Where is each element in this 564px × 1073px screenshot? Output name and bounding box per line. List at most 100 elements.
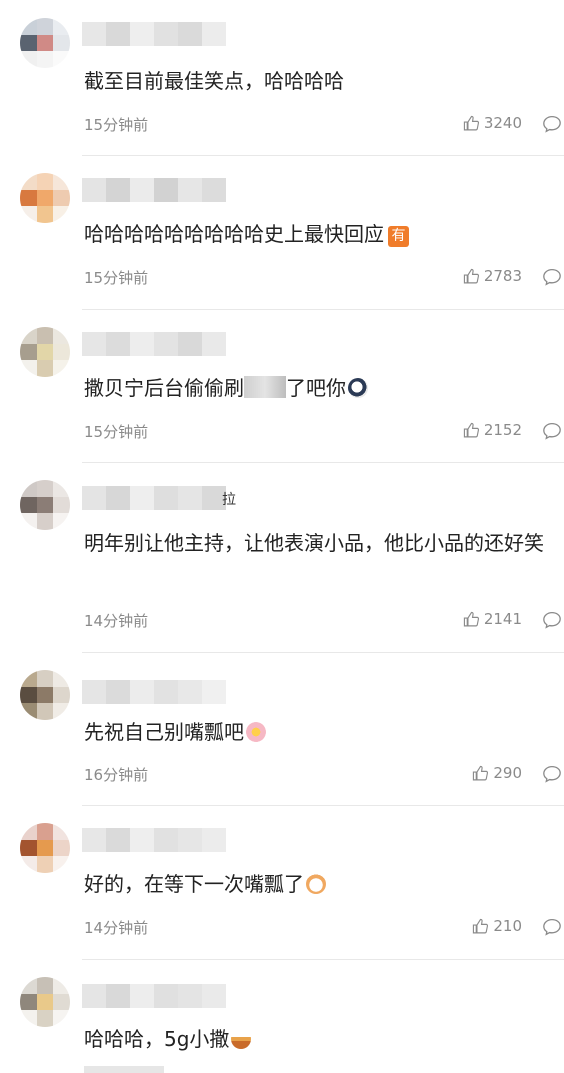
- comment-text: 撒贝宁后台偷偷刷 了吧你: [84, 373, 560, 404]
- username-pixel: [130, 984, 154, 1008]
- flower-emoji-icon: [246, 722, 266, 742]
- avatar-pixel: [36, 360, 54, 377]
- comment-time: 15分钟前: [84, 269, 149, 287]
- avatar-pixel: [36, 513, 54, 530]
- faded-meta: [84, 1066, 164, 1073]
- avatar-pixel: [20, 327, 37, 344]
- avatar[interactable]: [20, 327, 70, 377]
- avatar-pixel: [20, 856, 37, 873]
- comment-meta: 14分钟前 2141: [84, 608, 564, 632]
- like-button[interactable]: 2783: [463, 267, 522, 285]
- avatar-pixel: [53, 1010, 70, 1027]
- avatar-pixel: [20, 480, 37, 497]
- username-pixel: [130, 486, 154, 510]
- avatar[interactable]: [20, 173, 70, 223]
- blurred-username[interactable]: [82, 680, 226, 704]
- like-count: 2141: [483, 610, 522, 628]
- username-pixel: [178, 332, 202, 356]
- blurred-username[interactable]: [82, 178, 226, 202]
- avatar-pixel: [53, 496, 70, 514]
- avatar-pixel: [36, 480, 54, 497]
- username-pixel: [202, 332, 226, 356]
- username-pixel: [154, 22, 178, 46]
- avatar-pixel: [53, 206, 70, 223]
- avatar-pixel: [36, 173, 54, 190]
- username-pixel: [106, 486, 130, 510]
- avatar[interactable]: [20, 18, 70, 68]
- avatar-pixel: [20, 343, 37, 361]
- username-pixel: [178, 178, 202, 202]
- comment-bubble-icon[interactable]: [542, 765, 562, 783]
- username-pixel: [154, 332, 178, 356]
- username-pixel: [82, 828, 106, 852]
- username-pixel: [154, 984, 178, 1008]
- avatar-pixel: [20, 51, 37, 68]
- avatar-pixel: [36, 823, 54, 840]
- comment-text: 哈哈哈，5g小撒: [84, 1024, 560, 1055]
- like-button[interactable]: 3240: [463, 114, 522, 132]
- username-pixel: [82, 486, 106, 510]
- like-count: 290: [493, 764, 522, 782]
- comment-bubble-icon[interactable]: [542, 918, 562, 936]
- comment-text-body: 先祝自己别嘴瓢吧: [84, 720, 244, 744]
- avatar[interactable]: [20, 977, 70, 1027]
- avatar-pixel: [53, 51, 70, 68]
- blurred-username[interactable]: [82, 332, 226, 356]
- comment-bubble-icon[interactable]: [542, 422, 562, 440]
- username-pixel: [82, 332, 106, 356]
- comment-bubble-icon[interactable]: [542, 611, 562, 629]
- username-pixel: [82, 680, 106, 704]
- comment-time: 15分钟前: [84, 116, 149, 134]
- avatar-pixel: [36, 18, 54, 35]
- cat-emoji-icon: [306, 874, 326, 894]
- username-pixel: [154, 178, 178, 202]
- blurred-username[interactable]: [82, 828, 226, 852]
- comment-text: 好的，在等下一次嘴瓢了: [84, 869, 560, 900]
- divider: [82, 155, 564, 156]
- avatar-pixel: [20, 1010, 37, 1027]
- comment-bubble-icon[interactable]: [542, 268, 562, 286]
- divider: [82, 652, 564, 653]
- avatar-pixel: [20, 686, 37, 704]
- username-pixel: [106, 332, 130, 356]
- username-pixel: [82, 984, 106, 1008]
- username-pixel: [202, 178, 226, 202]
- like-button[interactable]: 2141: [463, 610, 522, 628]
- avatar-pixel: [53, 856, 70, 873]
- avatar-pixel: [20, 513, 37, 530]
- like-button[interactable]: 210: [472, 917, 522, 935]
- avatar-pixel: [20, 670, 37, 687]
- username-pixel: [178, 828, 202, 852]
- avatar-pixel: [53, 823, 70, 840]
- thumbs-up-icon: [463, 115, 479, 130]
- comment-time: 16分钟前: [84, 766, 149, 784]
- avatar-pixel: [53, 360, 70, 377]
- blurred-username[interactable]: [82, 22, 226, 46]
- divider: [82, 462, 564, 463]
- like-button[interactable]: 290: [472, 764, 522, 782]
- comment-time: 15分钟前: [84, 423, 149, 441]
- emoji-you-badge: 有: [388, 226, 409, 247]
- avatar[interactable]: [20, 670, 70, 720]
- avatar-pixel: [36, 496, 54, 514]
- divider: [82, 959, 564, 960]
- blurred-username[interactable]: [82, 984, 226, 1008]
- username-pixel: [106, 178, 130, 202]
- avatar[interactable]: [20, 480, 70, 530]
- like-button[interactable]: 2152: [463, 421, 522, 439]
- avatar[interactable]: [20, 823, 70, 873]
- avatar-pixel: [36, 686, 54, 704]
- avatar-pixel: [53, 173, 70, 190]
- blurred-username[interactable]: [82, 486, 226, 510]
- avatar-pixel: [53, 189, 70, 207]
- avatar-pixel: [20, 206, 37, 223]
- avatar-pixel: [20, 839, 37, 857]
- avatar-pixel: [36, 206, 54, 223]
- comment-meta: 15分钟前 3240: [84, 112, 564, 136]
- comment-text-body: 哈哈哈，5g小撒: [84, 1027, 230, 1051]
- like-count: 3240: [483, 114, 522, 132]
- username-pixel: [130, 178, 154, 202]
- comment-bubble-icon[interactable]: [542, 115, 562, 133]
- avatar-pixel: [53, 34, 70, 52]
- mosaic-redaction: [244, 376, 286, 398]
